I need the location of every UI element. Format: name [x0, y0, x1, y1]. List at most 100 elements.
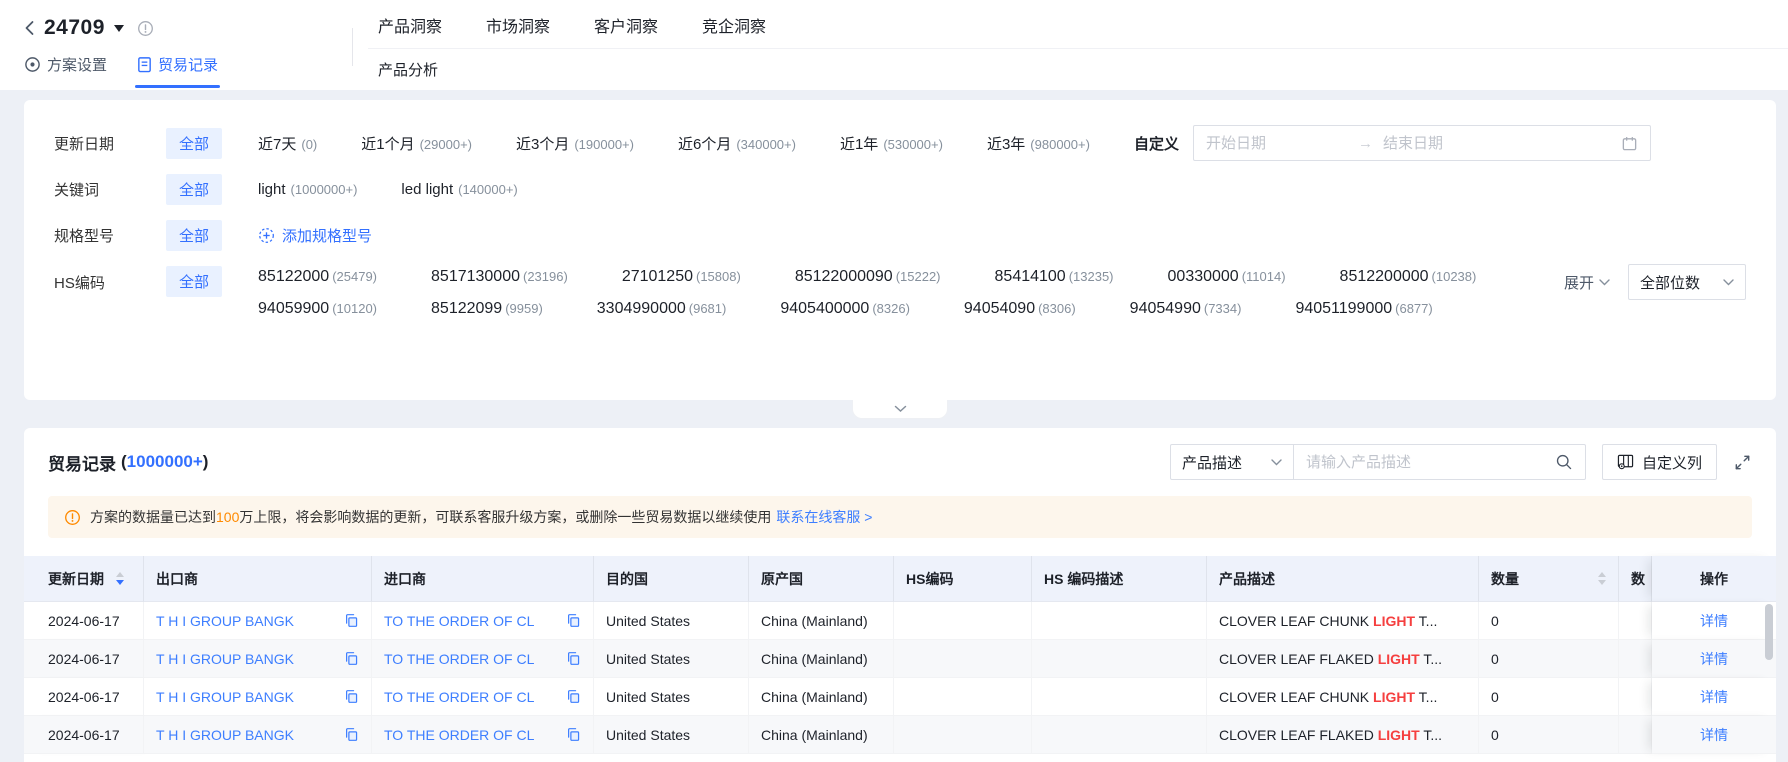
filter-row-update-date: 更新日期 全部 近7天 (0) 近1个月 (29000+) 近3个月 (190000+…: [54, 120, 1746, 166]
date-option-3y[interactable]: 近3年 (980000+): [987, 133, 1090, 154]
importer-link[interactable]: TO THE ORDER OF CL: [384, 613, 534, 629]
cell-action: 详情: [1652, 678, 1776, 716]
importer-link[interactable]: TO THE ORDER OF CL: [384, 651, 534, 667]
hs-code-option[interactable]: 9405400000 (8326): [780, 300, 910, 318]
date-option-1m[interactable]: 近1个月 (29000+): [361, 133, 472, 154]
tab-trade-records[interactable]: 贸易记录: [135, 54, 221, 88]
vertical-scrollbar-thumb[interactable]: [1765, 604, 1773, 660]
keyword-option-led-light[interactable]: led light (140000+): [401, 181, 517, 198]
nav-market-insight[interactable]: 市场洞察: [486, 13, 550, 37]
copy-icon[interactable]: [336, 727, 359, 742]
hs-code-option[interactable]: 27101250 (15808): [622, 268, 741, 286]
cell-date: 2024-06-17: [24, 678, 144, 716]
copy-icon[interactable]: [336, 689, 359, 704]
hs-code-option[interactable]: 85122099 (9959): [431, 300, 543, 318]
nav-divider: [368, 48, 1788, 49]
col-quantity: 数量: [1479, 556, 1619, 602]
search-input[interactable]: [1305, 453, 1555, 471]
page-title[interactable]: 24709: [44, 16, 105, 40]
cell-hs-desc: [1032, 716, 1207, 754]
exporter-link[interactable]: T H I GROUP BANGK: [156, 727, 294, 743]
target-icon: [25, 57, 40, 72]
nav-customer-insight[interactable]: 客户洞察: [594, 13, 658, 37]
cell-unit: [1619, 602, 1652, 640]
sort-quantity-control[interactable]: [1598, 568, 1606, 589]
fullscreen-icon[interactable]: [1733, 453, 1752, 472]
copy-icon[interactable]: [558, 689, 581, 704]
start-date-input[interactable]: [1205, 134, 1356, 152]
keyword-option-light[interactable]: light (1000000+): [258, 181, 357, 198]
detail-link[interactable]: 详情: [1700, 613, 1728, 629]
date-custom-label[interactable]: 自定义: [1134, 133, 1179, 154]
exporter-link[interactable]: T H I GROUP BANGK: [156, 651, 294, 667]
importer-link[interactable]: TO THE ORDER OF CL: [384, 689, 534, 705]
col-unit-truncated: 数: [1619, 556, 1652, 602]
date-range-picker[interactable]: →: [1192, 125, 1651, 161]
filter-label-hs-code: HS编码: [54, 275, 105, 292]
search-icon[interactable]: [1555, 453, 1573, 471]
exporter-link[interactable]: T H I GROUP BANGK: [156, 689, 294, 705]
date-option-1y[interactable]: 近1年 (530000+): [840, 133, 943, 154]
date-option-7d[interactable]: 近7天 (0): [258, 133, 317, 154]
contact-support-link[interactable]: 联系在线客服 >: [776, 507, 872, 527]
columns-gear-icon: [1617, 454, 1634, 470]
hs-code-option[interactable]: 94051199000 (6877): [1295, 300, 1432, 318]
col-update-date: 更新日期: [24, 556, 144, 602]
spec-all-chip[interactable]: 全部: [166, 219, 223, 251]
records-title: 贸易记录: [48, 454, 116, 474]
detail-link[interactable]: 详情: [1700, 651, 1728, 667]
detail-link[interactable]: 详情: [1700, 689, 1728, 705]
hs-expand-toggle[interactable]: 展开: [1564, 272, 1610, 293]
subnav-product-analysis[interactable]: 产品分析: [378, 59, 438, 80]
back-icon[interactable]: [24, 20, 35, 36]
customize-columns-button[interactable]: 自定义列: [1601, 444, 1717, 480]
hs-code-option[interactable]: 94054090 (8306): [964, 300, 1076, 318]
hs-code-option[interactable]: 8517130000 (23196): [431, 268, 568, 286]
hs-code-option[interactable]: 00330000 (11014): [1168, 268, 1286, 286]
date-all-chip[interactable]: 全部: [166, 127, 223, 159]
exporter-link[interactable]: T H I GROUP BANGK: [156, 613, 294, 629]
copy-icon[interactable]: [558, 613, 581, 628]
cell-product-desc: CLOVER LEAF FLAKED LIGHT T...: [1207, 640, 1479, 678]
copy-icon[interactable]: [336, 651, 359, 666]
tab-plan-settings[interactable]: 方案设置: [24, 54, 107, 75]
hs-code-option[interactable]: 85122000090 (15222): [795, 268, 941, 286]
search-group: 产品描述: [1169, 444, 1586, 480]
cell-product-desc: CLOVER LEAF CHUNK LIGHT T...: [1207, 678, 1479, 716]
copy-icon[interactable]: [558, 727, 581, 742]
col-destination: 目的国: [594, 556, 749, 602]
hs-all-chip[interactable]: 全部: [166, 266, 223, 297]
keyword-highlight: LIGHT: [1373, 612, 1416, 629]
collapse-filter-tab[interactable]: [852, 400, 948, 419]
end-date-input[interactable]: [1382, 134, 1533, 152]
cell-exporter: T H I GROUP BANGK: [144, 640, 372, 678]
hs-code-option[interactable]: 94054990 (7334): [1130, 300, 1242, 318]
info-icon[interactable]: [137, 20, 154, 37]
keyword-all-chip[interactable]: 全部: [166, 173, 223, 205]
nav-product-insight[interactable]: 产品洞察: [378, 13, 442, 37]
keyword-highlight: LIGHT: [1377, 726, 1420, 743]
hs-code-option[interactable]: 85414100 (13235): [995, 268, 1114, 286]
search-box: [1293, 444, 1586, 480]
copy-icon[interactable]: [558, 651, 581, 666]
date-option-6m[interactable]: 近6个月 (340000+): [678, 133, 796, 154]
hs-code-option[interactable]: 85122000 (25479): [258, 268, 377, 286]
cell-product-desc: CLOVER LEAF FLAKED LIGHT T...: [1207, 716, 1479, 754]
importer-link[interactable]: TO THE ORDER OF CL: [384, 727, 534, 743]
filter-row-keyword: 关键词 全部 light (1000000+) led light (140000+…: [54, 166, 1746, 212]
hs-code-list: 85122000 (25479) 8517130000 (23196) 271012…: [258, 266, 1558, 318]
title-dropdown-caret-icon[interactable]: [113, 25, 124, 37]
copy-icon[interactable]: [336, 613, 359, 628]
date-option-3m[interactable]: 近3个月 (190000+): [516, 133, 634, 154]
hs-code-option[interactable]: 94059900 (10120): [258, 300, 377, 318]
search-field-select[interactable]: 产品描述: [1169, 444, 1294, 480]
nav-competitor-insight[interactable]: 竞企洞察: [702, 13, 766, 37]
add-spec-button[interactable]: 添加规格型号: [258, 225, 372, 246]
hs-digits-select[interactable]: 全部位数: [1628, 264, 1746, 300]
sort-date-control[interactable]: [116, 568, 124, 589]
hs-code-option[interactable]: 3304990000 (9681): [597, 300, 727, 318]
hs-code-option[interactable]: 8512200000 (10238): [1340, 268, 1477, 286]
cell-date: 2024-06-17: [24, 716, 144, 754]
detail-link[interactable]: 详情: [1700, 727, 1728, 743]
cell-hs-code: [894, 640, 1032, 678]
